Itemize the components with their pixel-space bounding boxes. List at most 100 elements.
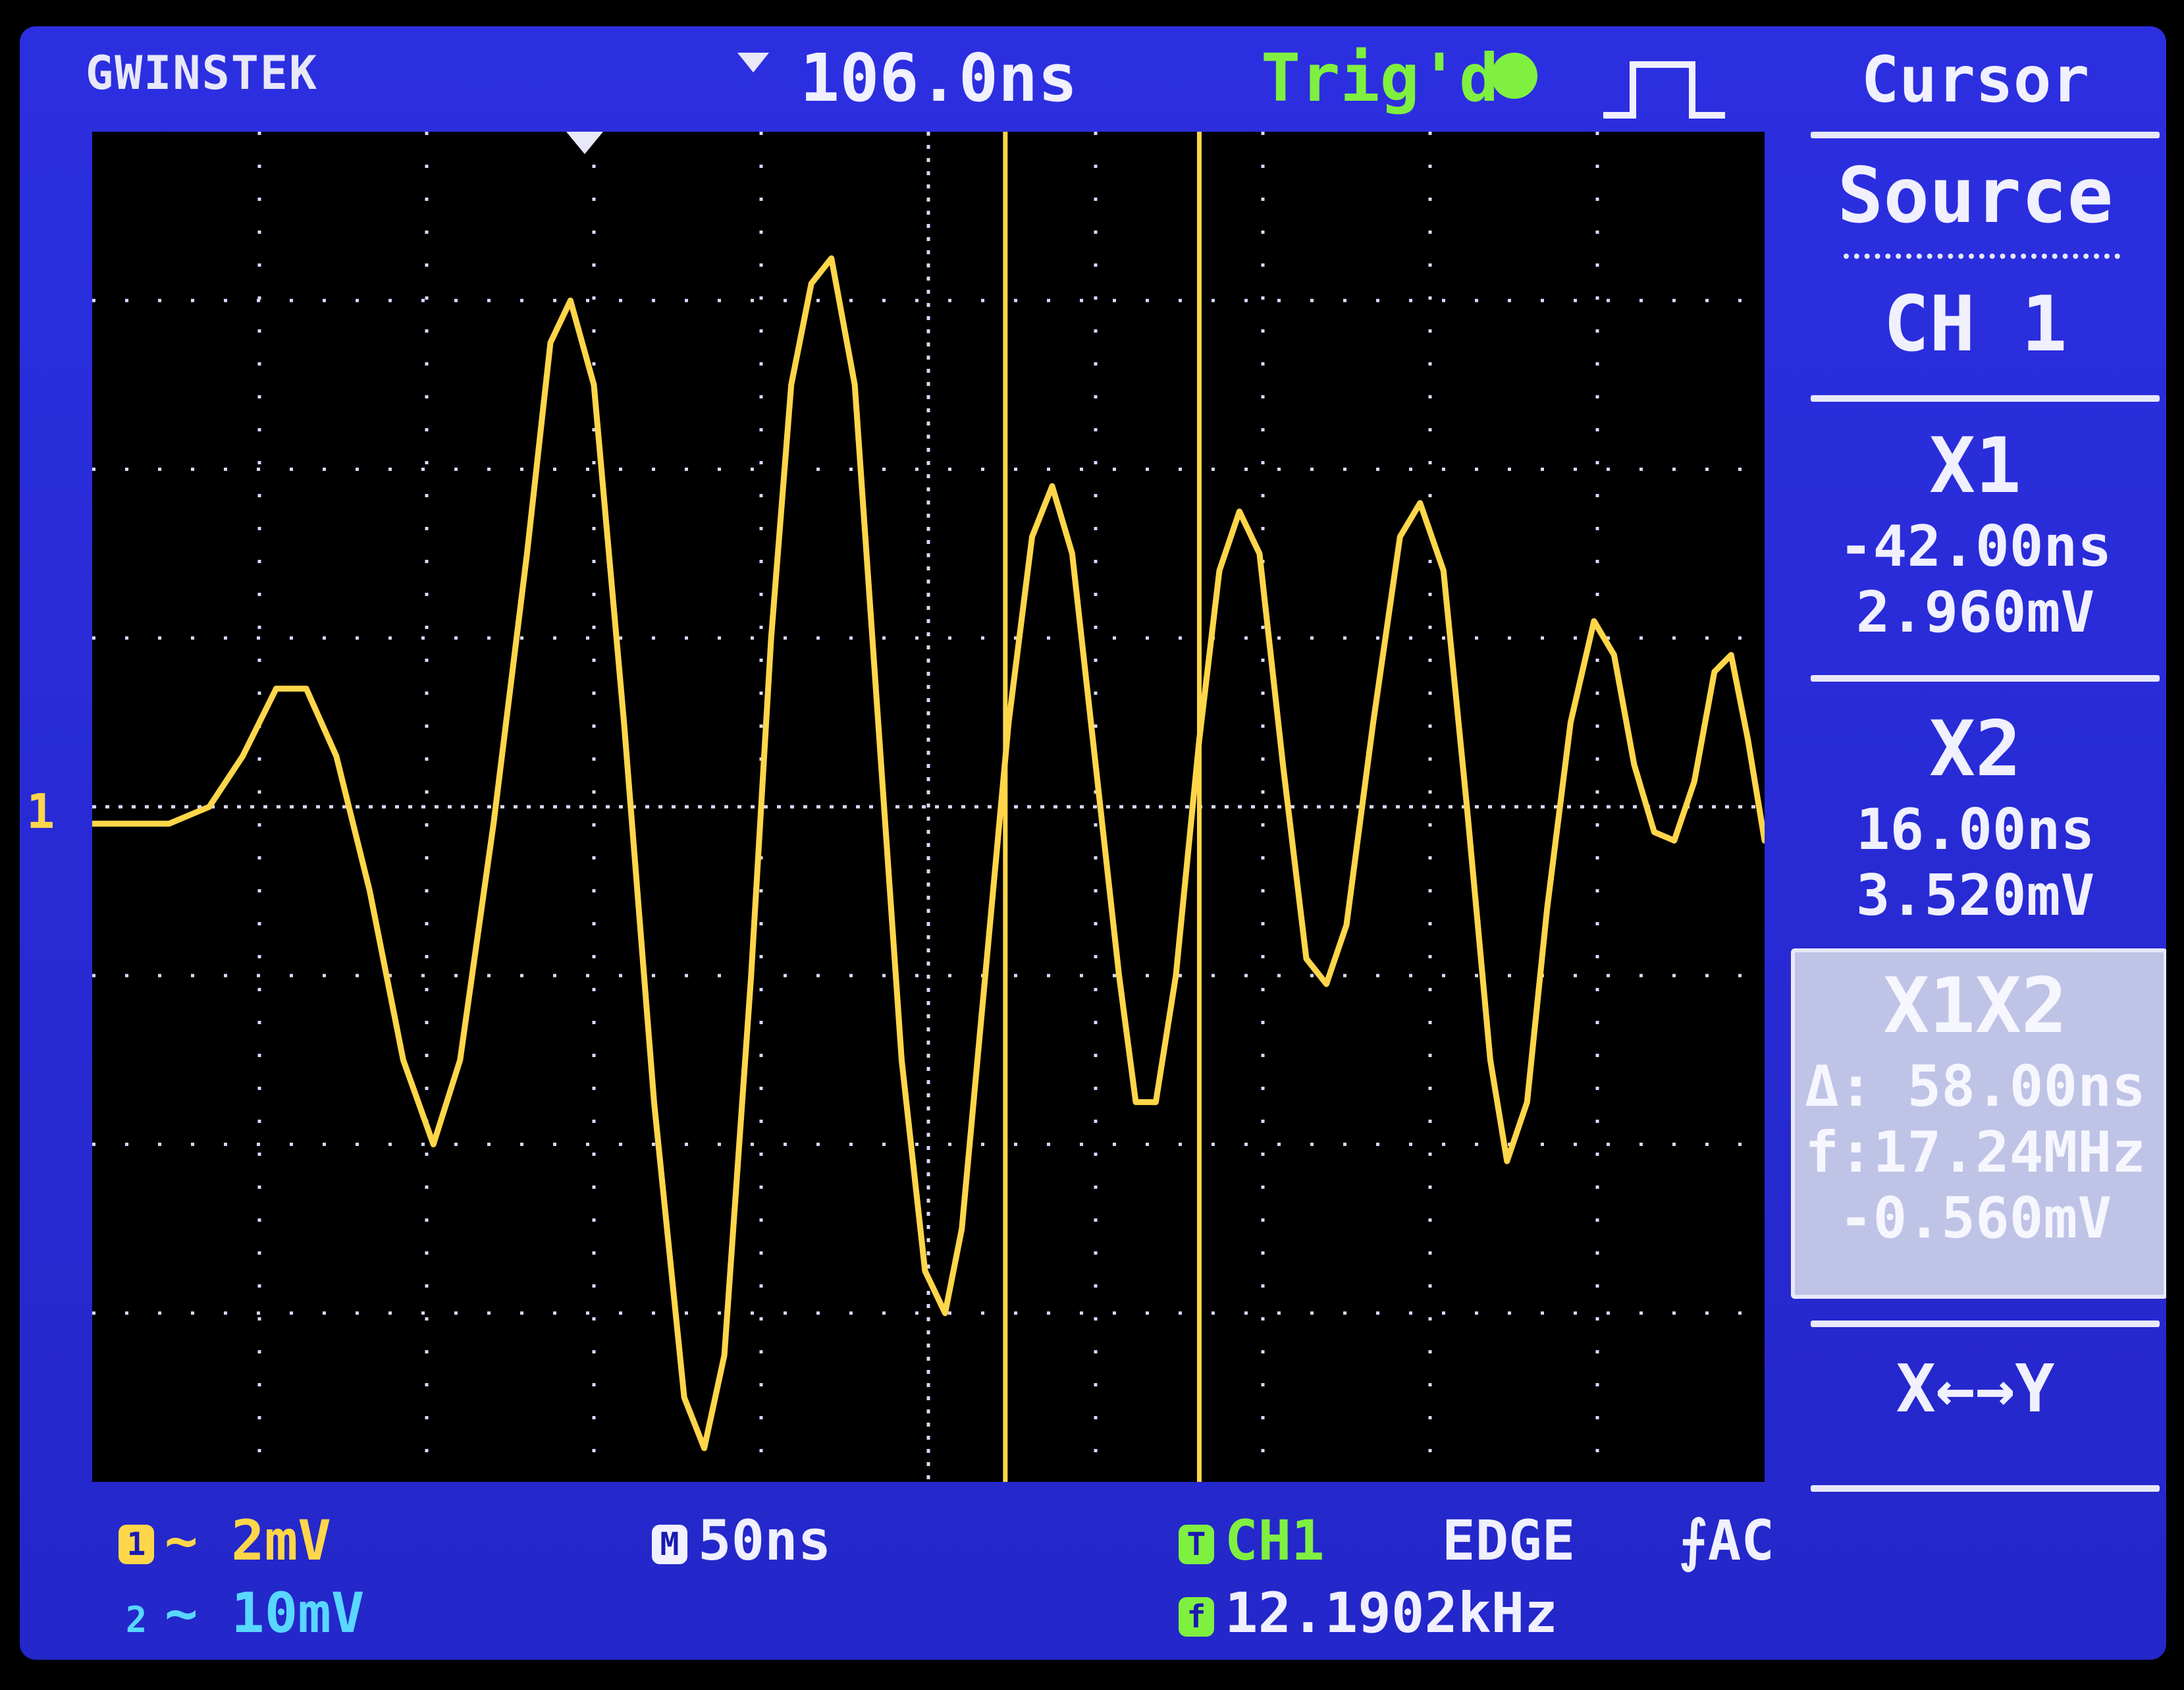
delta-volt-readout: -0.560mV <box>1838 1186 2112 1251</box>
trigger-type: EDGE <box>1442 1508 1576 1573</box>
menu-x1-button[interactable]: X1 <box>1784 422 2166 510</box>
cursor-menu: Cursor Source CH 1 X1 -42.00ns 2.960mV X… <box>1784 26 2166 1660</box>
x2-time-readout: 16.00ns <box>1855 797 2095 863</box>
waveform-point <box>1029 534 1035 539</box>
waveform-point <box>828 256 834 261</box>
waveform-point <box>491 821 496 827</box>
waveform-point <box>1631 761 1637 767</box>
menu-source-label[interactable]: Source <box>1784 151 2166 240</box>
trigger-coupling: ⨍AC <box>1679 1508 1774 1573</box>
trigger-badge: T <box>1179 1525 1214 1565</box>
waveform-point <box>304 686 309 692</box>
waveform-point <box>651 1099 657 1105</box>
waveform-point <box>1745 736 1751 742</box>
waveform-point <box>899 1057 905 1063</box>
timebase-badge: M <box>652 1525 687 1565</box>
ch2-scale: 2 ~ 10mV <box>119 1581 365 1645</box>
waveform-point <box>568 298 573 304</box>
waveform-point <box>1093 761 1098 767</box>
waveform-point <box>367 888 373 894</box>
waveform-point <box>1069 551 1075 557</box>
waveform-point <box>1487 1057 1493 1063</box>
menu-title[interactable]: Cursor <box>1784 43 2166 117</box>
menu-x1x2-button[interactable]: X1X2 <box>1784 962 2166 1050</box>
waveform-point <box>431 1141 437 1147</box>
trigger-source: T CH1 <box>1179 1508 1325 1573</box>
waveform-point <box>1280 761 1286 767</box>
waveform-point <box>788 382 794 388</box>
menu-x2-button[interactable]: X2 <box>1784 705 2166 794</box>
menu-source-value[interactable]: CH 1 <box>1784 280 2166 369</box>
brand-logo: GWINSTEK <box>86 46 319 100</box>
waveform-point <box>1304 956 1309 962</box>
ch1-scale-value: ~ 2mV <box>165 1508 331 1573</box>
waveform-point <box>1153 1099 1159 1105</box>
timebase-value: 50ns <box>698 1508 832 1573</box>
waveform-point <box>1256 551 1262 557</box>
menu-xy-swap-button[interactable]: X←→Y <box>1784 1350 2166 1427</box>
delay-arrow-icon <box>737 53 769 72</box>
waveform-point <box>1441 568 1447 574</box>
horizontal-delay: 106.0ns <box>800 40 1078 117</box>
ch1-scale: 1 ~ 2mV <box>119 1508 331 1573</box>
menu-divider <box>1811 675 2160 682</box>
waveform-point <box>922 1268 928 1274</box>
waveform-point <box>748 973 754 979</box>
frequency-readout: f:17.24MHz <box>1805 1120 2146 1186</box>
menu-divider <box>1811 395 2160 402</box>
menu-divider <box>1811 1485 2160 1492</box>
waveform-point <box>942 1310 948 1316</box>
trigger-dot-icon <box>1491 53 1537 99</box>
delta-time-readout: Δ: 58.00ns <box>1805 1054 2146 1120</box>
waveform-point <box>1217 568 1222 574</box>
trigger-status: Trig'd <box>1261 40 1499 117</box>
waveform-point <box>809 281 814 286</box>
waveform-point <box>1173 973 1179 979</box>
waveform-point <box>1370 719 1376 725</box>
waveform-point <box>1237 508 1242 514</box>
oscilloscope-screen: GWINSTEK 106.0ns Trig'd 1 Cursor Source … <box>20 26 2166 1660</box>
waveform-point <box>333 753 339 759</box>
waveform-point <box>273 686 279 692</box>
waveform-point <box>1196 736 1202 742</box>
waveform-point <box>681 1394 687 1400</box>
menu-divider <box>1811 1321 2160 1327</box>
waveform-point <box>206 804 212 809</box>
x2-volt-readout: 3.520mV <box>1855 863 2095 929</box>
frequency-counter: f 12.1902kHz <box>1179 1581 1558 1645</box>
waveform-point <box>768 635 774 641</box>
ch1-badge: 1 <box>119 1525 154 1565</box>
waveform-point <box>1050 483 1055 489</box>
waveform-point <box>852 382 858 388</box>
waveform-point <box>1651 829 1657 835</box>
waveform-point <box>1591 618 1597 624</box>
waveform-point <box>457 1057 463 1063</box>
ch2-badge: 2 <box>125 1599 147 1641</box>
pulse-edge-icon <box>1603 61 1725 119</box>
waveform-point <box>1711 669 1717 674</box>
menu-divider <box>1811 132 2160 138</box>
waveform-point <box>240 753 246 759</box>
waveform-point <box>524 551 530 557</box>
ch2-scale-value: ~ 10mV <box>165 1581 365 1645</box>
waveform-point <box>621 719 627 725</box>
ch1-ground-marker: 1 <box>26 784 55 839</box>
waveform-point <box>548 340 553 346</box>
trigger-source-value: CH1 <box>1225 1508 1325 1573</box>
waveform-point <box>701 1445 707 1451</box>
waveform-point <box>1417 500 1423 506</box>
waveform-point <box>1691 778 1697 784</box>
trigger-position-marker-icon <box>566 132 603 154</box>
waveform-point <box>875 719 881 725</box>
waveform-point <box>1005 719 1011 725</box>
waveform-plot <box>92 132 1765 1482</box>
waveform-point <box>1397 534 1403 539</box>
waveform-point <box>1504 1158 1510 1164</box>
waveform-point <box>1116 973 1122 979</box>
waveform-point <box>1323 981 1329 987</box>
x1-volt-readout: 2.960mV <box>1855 580 2095 645</box>
waveform-point <box>591 382 597 388</box>
waveform-point <box>1344 922 1349 928</box>
waveform-point <box>982 973 988 979</box>
waveform-display <box>92 132 1765 1482</box>
